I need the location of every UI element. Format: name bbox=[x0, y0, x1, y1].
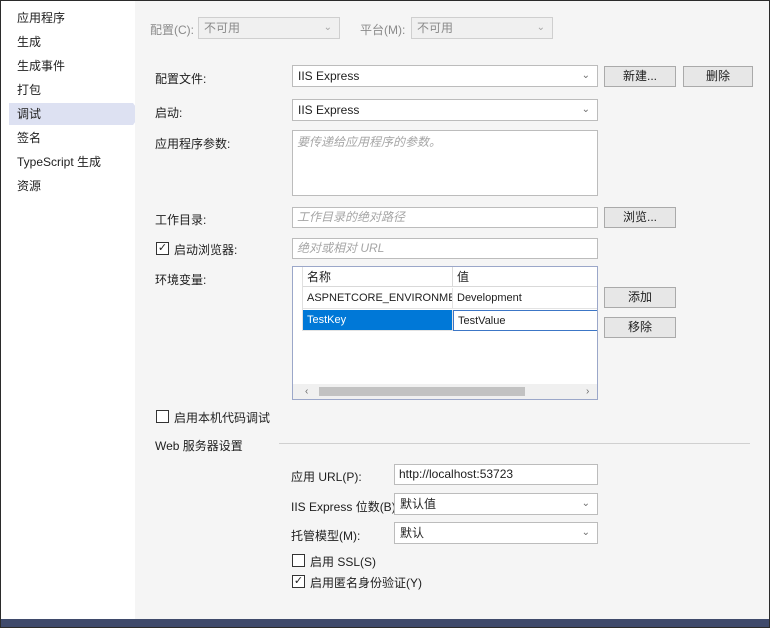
column-header-name[interactable]: 名称 bbox=[303, 267, 453, 287]
launch-browser-label: 启动浏览器: bbox=[174, 243, 238, 257]
working-dir-label: 工作目录: bbox=[155, 213, 207, 227]
chevron-down-icon: ⌄ bbox=[323, 22, 332, 33]
native-debug-label: 启用本机代码调试 bbox=[174, 411, 271, 425]
env-row-1-name[interactable]: ASPNETCORE_ENVIRONMENT bbox=[303, 288, 453, 309]
profile-label: 配置文件: bbox=[155, 72, 207, 86]
launch-browser-url-placeholder: 绝对或相对 URL bbox=[297, 241, 385, 255]
configuration-value: 不可用 bbox=[204, 21, 241, 35]
iis-bitness-value: 默认值 bbox=[400, 497, 437, 511]
anonymous-auth-label: 启用匿名身份验证(Y) bbox=[310, 576, 422, 590]
app-url-value: http://localhost:53723 bbox=[399, 467, 514, 481]
env-row-2-name[interactable]: TestKey bbox=[303, 310, 453, 331]
app-url-label: 应用 URL(P): bbox=[291, 470, 362, 484]
env-row-2-value-editor[interactable]: TestValue bbox=[453, 310, 597, 331]
sidebar-item-typescript-build[interactable]: TypeScript 生成 bbox=[9, 151, 133, 173]
section-divider bbox=[279, 443, 750, 444]
working-dir-placeholder: 工作目录的绝对路径 bbox=[297, 210, 406, 224]
hosting-model-value: 默认 bbox=[400, 526, 425, 540]
iis-bitness-select[interactable]: 默认值 ⌄ bbox=[394, 493, 598, 515]
chevron-down-icon: ⌄ bbox=[581, 104, 590, 115]
sidebar-item-package[interactable]: 打包 bbox=[9, 79, 133, 101]
app-url-input[interactable]: http://localhost:53723 bbox=[394, 464, 598, 485]
chevron-down-icon: ⌄ bbox=[581, 498, 590, 509]
sidebar: 应用程序 生成 生成事件 打包 调试 签名 TypeScript 生成 资源 bbox=[1, 1, 141, 619]
column-header-value[interactable]: 值 bbox=[453, 267, 597, 287]
env-vars-label: 环境变量: bbox=[155, 273, 207, 287]
profile-select[interactable]: IIS Express ⌄ bbox=[292, 65, 598, 87]
hosting-model-label: 托管模型(M): bbox=[291, 529, 361, 543]
working-dir-input[interactable]: 工作目录的绝对路径 bbox=[292, 207, 598, 228]
chevron-down-icon: ⌄ bbox=[581, 70, 590, 81]
horizontal-scrollbar[interactable]: ‹ › bbox=[293, 384, 597, 399]
new-profile-button[interactable]: 新建... bbox=[604, 66, 676, 87]
app-args-input[interactable]: 要传递给应用程序的参数。 bbox=[292, 130, 598, 196]
grid-row-header bbox=[293, 267, 303, 331]
app-args-placeholder: 要传递给应用程序的参数。 bbox=[297, 135, 442, 149]
profile-value: IIS Express bbox=[298, 69, 360, 83]
launch-label: 启动: bbox=[155, 106, 183, 120]
launch-value: IIS Express bbox=[298, 103, 360, 117]
chevron-down-icon: ⌄ bbox=[536, 22, 545, 33]
configuration-select[interactable]: 不可用 ⌄ bbox=[198, 17, 340, 39]
sidebar-item-debug[interactable]: 调试 bbox=[9, 103, 141, 125]
sidebar-item-build-events[interactable]: 生成事件 bbox=[9, 55, 133, 77]
delete-profile-button[interactable]: 删除 bbox=[683, 66, 753, 87]
iis-bitness-label: IIS Express 位数(B): bbox=[291, 500, 400, 514]
chevron-down-icon: ⌄ bbox=[581, 527, 590, 538]
platform-value: 不可用 bbox=[417, 21, 454, 35]
launch-browser-checkbox[interactable]: ✓ bbox=[156, 242, 169, 255]
bottom-status-bar bbox=[1, 619, 769, 627]
scroll-left-icon[interactable]: ‹ bbox=[305, 384, 308, 399]
platform-select[interactable]: 不可用 ⌄ bbox=[411, 17, 553, 39]
web-server-section-title: Web 服务器设置 bbox=[155, 439, 243, 453]
enable-ssl-label: 启用 SSL(S) bbox=[310, 555, 377, 569]
app-args-label: 应用程序参数: bbox=[155, 137, 231, 151]
sidebar-item-resources[interactable]: 资源 bbox=[9, 175, 133, 197]
env-vars-grid: 名称 值 ASPNETCORE_ENVIRONMENT Development … bbox=[292, 266, 598, 400]
launch-select[interactable]: IIS Express ⌄ bbox=[292, 99, 598, 121]
sidebar-item-application[interactable]: 应用程序 bbox=[9, 7, 133, 29]
scroll-right-icon[interactable]: › bbox=[586, 384, 589, 399]
sidebar-item-build[interactable]: 生成 bbox=[9, 31, 133, 53]
sidebar-item-signing[interactable]: 签名 bbox=[9, 127, 133, 149]
hosting-model-select[interactable]: 默认 ⌄ bbox=[394, 522, 598, 544]
enable-ssl-checkbox[interactable] bbox=[292, 554, 305, 567]
anonymous-auth-checkbox[interactable]: ✓ bbox=[292, 575, 305, 588]
remove-env-var-button[interactable]: 移除 bbox=[604, 317, 676, 338]
env-row-1-value[interactable]: Development bbox=[453, 288, 597, 309]
add-env-var-button[interactable]: 添加 bbox=[604, 287, 676, 308]
platform-label: 平台(M): bbox=[360, 23, 406, 37]
native-debug-checkbox[interactable] bbox=[156, 410, 169, 423]
browse-button[interactable]: 浏览... bbox=[604, 207, 676, 228]
configuration-label: 配置(C): bbox=[150, 23, 194, 37]
scrollbar-thumb[interactable] bbox=[319, 387, 525, 396]
launch-browser-url-input[interactable]: 绝对或相对 URL bbox=[292, 238, 598, 259]
